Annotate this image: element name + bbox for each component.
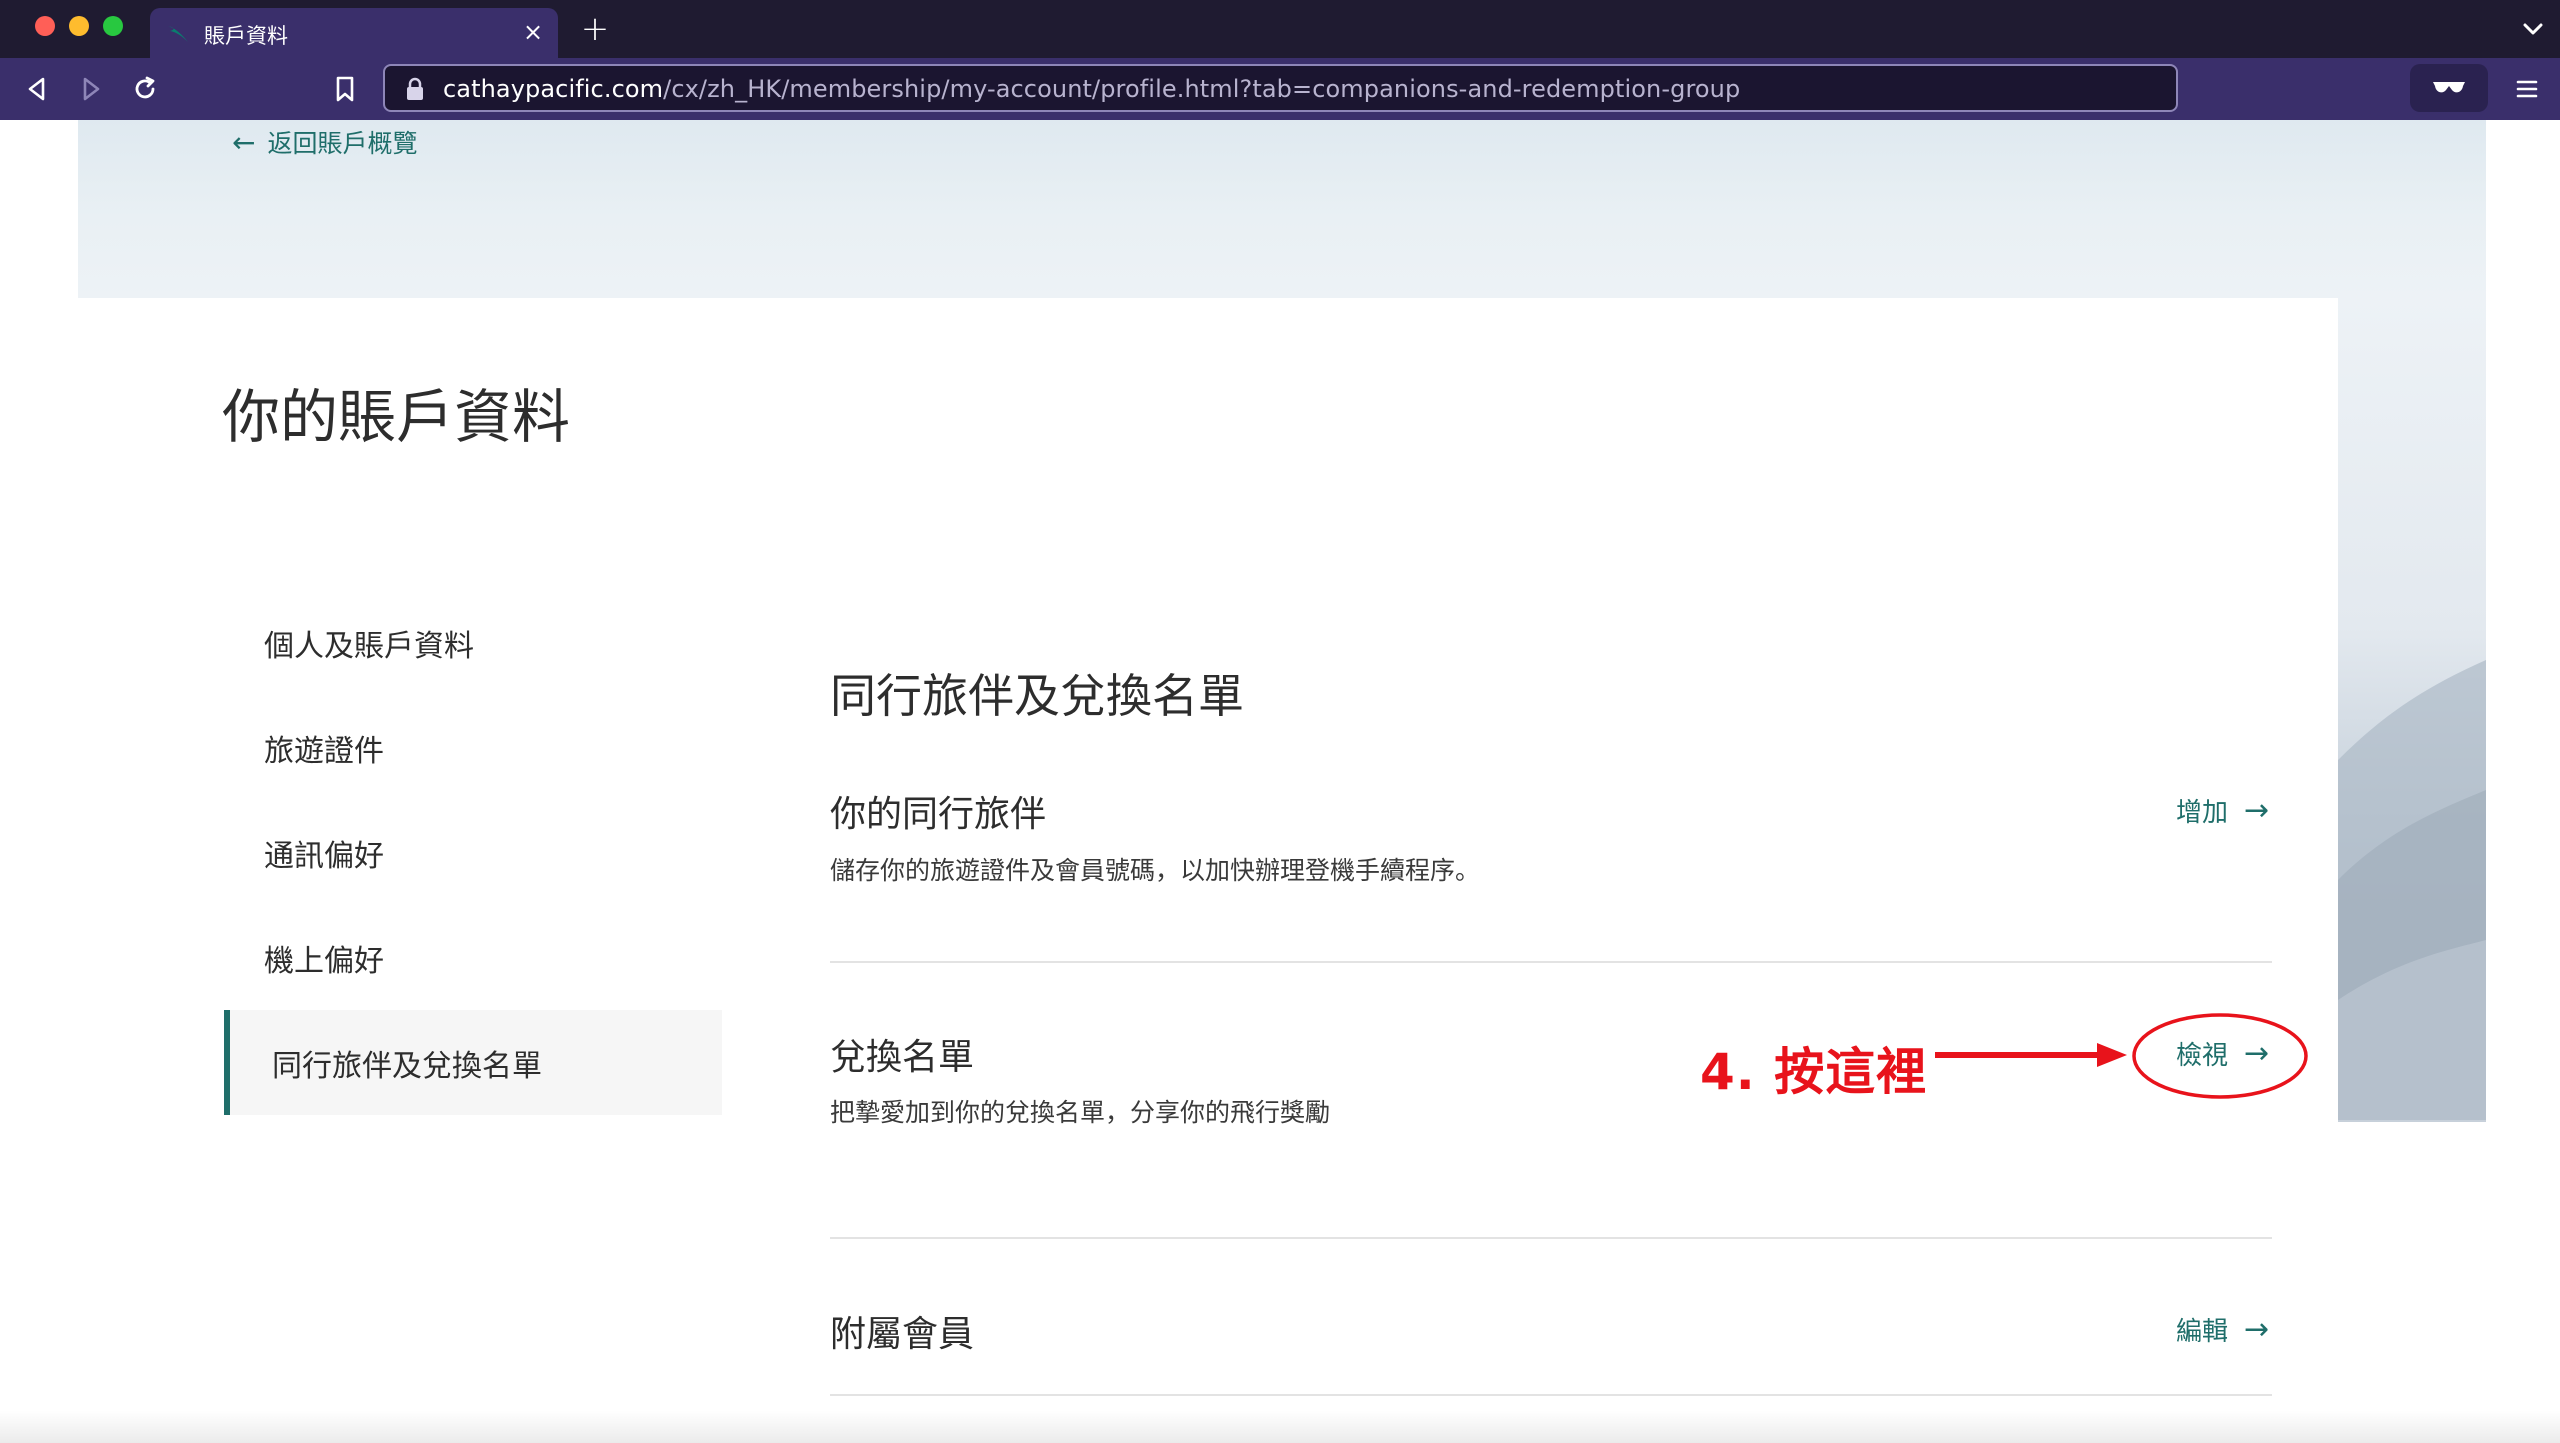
- sidebar-item-companions-redemption[interactable]: 同行旅伴及兌換名單: [224, 1010, 722, 1115]
- companions-description: 儲存你的旅遊證件及會員號碼，以加快辦理登機手續程序。: [830, 856, 1481, 885]
- redemption-group-description: 把摯愛加到你的兌換名單，分享你的飛行獎勵: [830, 1098, 1331, 1127]
- new-tab-button[interactable]: +: [578, 12, 612, 46]
- arrow-left-icon: ←: [232, 125, 256, 159]
- forward-triangle-icon: [83, 77, 100, 101]
- add-companion-label: 增加: [2176, 798, 2229, 828]
- annotation-arrow-icon: [1935, 1043, 2127, 1067]
- sidebar-item-communication-preferences[interactable]: 通訊偏好: [224, 800, 722, 905]
- sidebar-item-inflight-preferences[interactable]: 機上偏好: [224, 905, 722, 1010]
- mountain-decoration: [2338, 660, 2486, 1120]
- annotation-circle: [2132, 1013, 2308, 1099]
- edit-supplementary-member-label: 編輯: [2176, 1317, 2229, 1347]
- hamburger-menu-icon[interactable]: [2512, 72, 2542, 106]
- supplementary-member-title: 附屬會員: [830, 1314, 975, 1355]
- redemption-group-title: 兌換名單: [830, 1037, 975, 1078]
- bookmark-icon: [336, 76, 354, 102]
- section-divider: [830, 1394, 2272, 1396]
- companions-title: 你的同行旅伴: [830, 794, 1047, 835]
- sidebar-item-label: 通訊偏好: [264, 838, 384, 874]
- sidebar-item-personal-account[interactable]: 個人及賬戶資料: [224, 590, 722, 695]
- hero-banner: [78, 120, 2486, 298]
- bookmark-button[interactable]: [328, 72, 362, 106]
- sidebar-item-travel-documents[interactable]: 旅遊證件: [224, 695, 722, 800]
- cathay-favicon-icon: [168, 26, 188, 42]
- web-page: ← 返回賬戶概覽 你的賬戶資料 個人及賬戶資料 旅遊證件 通訊偏好 機上偏好 同…: [0, 120, 2560, 1443]
- browser-toolbar: cathaypacific.com/cx/zh_HK/membership/my…: [0, 58, 2560, 120]
- reader-mode-button[interactable]: [2410, 64, 2488, 112]
- annotation-label: 4. 按這裡: [1700, 1043, 1928, 1101]
- add-companion-link[interactable]: 增加 →: [2176, 792, 2269, 829]
- tab-list-chevron-icon[interactable]: [2518, 14, 2548, 44]
- tab-close-icon[interactable]: ×: [518, 17, 548, 47]
- bottom-shadow: [0, 1410, 2560, 1443]
- back-to-account-overview-link[interactable]: ← 返回賬戶概覽: [232, 124, 417, 160]
- sidebar-item-label: 同行旅伴及兌換名單: [272, 1048, 542, 1084]
- url-text[interactable]: cathaypacific.com/cx/zh_HK/membership/my…: [443, 75, 1740, 103]
- edit-supplementary-member-link[interactable]: 編輯 →: [2176, 1311, 2269, 1348]
- minimize-window-button[interactable]: [69, 16, 89, 36]
- reload-button[interactable]: [128, 72, 162, 106]
- sidebar-item-label: 旅遊證件: [264, 733, 384, 769]
- url-host: cathaypacific.com: [443, 75, 664, 103]
- tab-title: 賬戶資料: [204, 24, 288, 48]
- sidebar-item-label: 機上偏好: [264, 943, 384, 979]
- close-window-button[interactable]: [35, 16, 55, 36]
- forward-button[interactable]: [74, 72, 108, 106]
- back-link-label: 返回賬戶概覽: [267, 129, 418, 158]
- glasses-icon: [2433, 82, 2465, 93]
- back-triangle-icon: [28, 77, 45, 101]
- profile-sidebar-nav: 個人及賬戶資料 旅遊證件 通訊偏好 機上偏好 同行旅伴及兌換名單: [224, 590, 722, 1115]
- sidebar-item-label: 個人及賬戶資料: [264, 628, 474, 664]
- section-divider: [830, 1237, 2272, 1239]
- url-path: /cx/zh_HK/membership/my-account/profile.…: [663, 75, 1741, 103]
- arrow-right-icon: →: [2244, 1312, 2270, 1347]
- section-divider: [830, 961, 2272, 963]
- browser-tab-active[interactable]: 賬戶資料 ×: [150, 8, 558, 58]
- page-title: 你的賬戶資料: [222, 383, 571, 451]
- section-title: 同行旅伴及兌換名單: [830, 669, 1244, 723]
- zoom-window-button[interactable]: [103, 16, 123, 36]
- browser-tab-bar: 賬戶資料 × +: [0, 0, 2560, 58]
- reload-icon: [135, 76, 155, 99]
- address-bar[interactable]: cathaypacific.com/cx/zh_HK/membership/my…: [383, 64, 2178, 112]
- back-button[interactable]: [20, 72, 54, 106]
- lock-icon: [407, 77, 423, 100]
- arrow-right-icon: →: [2244, 793, 2270, 828]
